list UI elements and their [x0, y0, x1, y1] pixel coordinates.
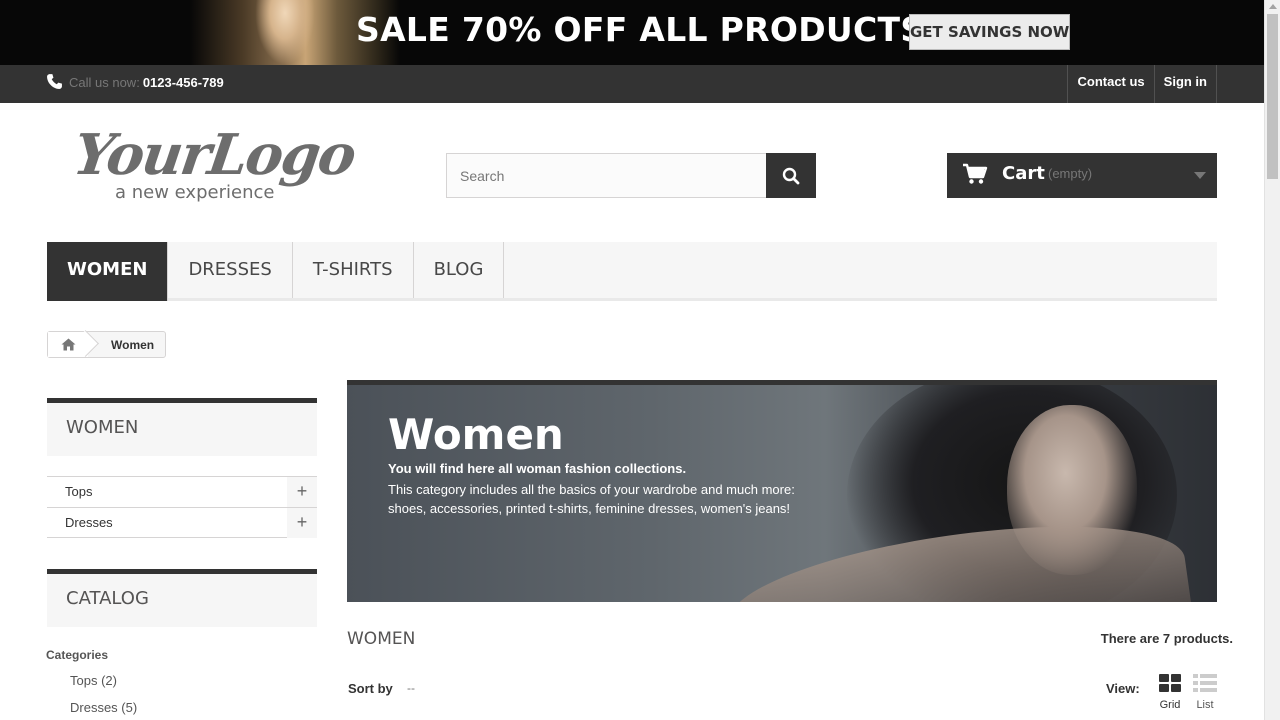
sort-label: Sort by: [348, 681, 393, 696]
cart-button[interactable]: Cart (empty): [947, 153, 1217, 198]
expand-plus-icon[interactable]: +: [287, 477, 317, 507]
listing-title: WOMEN: [347, 629, 416, 649]
category-title: Women: [388, 410, 564, 459]
sign-in-link[interactable]: Sign in: [1155, 65, 1217, 103]
cart-label: Cart: [1002, 163, 1045, 184]
menu-item-blog[interactable]: BLOG: [414, 242, 505, 298]
view-label: View:: [1106, 681, 1140, 696]
product-count: There are 7 products.: [1100, 631, 1233, 646]
scrollbar-thumb[interactable]: [1267, 14, 1278, 179]
banner-model-face: [1007, 405, 1137, 575]
breadcrumb: Women: [47, 331, 167, 358]
sidebar-catalog-title: CATALOG: [47, 569, 317, 627]
breadcrumb-current: Women: [111, 337, 155, 352]
sidebar-category-list: Tops + Dresses +: [47, 476, 317, 538]
contact-us-link[interactable]: Contact us: [1068, 65, 1155, 103]
search-button[interactable]: [766, 153, 816, 198]
home-icon: [61, 338, 75, 351]
expand-plus-icon[interactable]: +: [287, 508, 317, 538]
phone-number: 0123-456-789: [142, 75, 224, 90]
get-savings-button[interactable]: GET SAVINGS NOW: [909, 14, 1070, 50]
view-list-label: List: [1196, 699, 1214, 711]
list-icon: [1193, 674, 1217, 692]
category-lead: You will find here all woman fashion col…: [388, 461, 687, 476]
logo-wordmark: YourLogo: [69, 122, 359, 188]
topnav-links: Contact us Sign in: [1067, 65, 1217, 103]
sort-select[interactable]: --: [398, 677, 458, 701]
filter-heading-categories: Categories: [46, 648, 109, 662]
promo-text: SALE 70% OFF ALL PRODUCTS: [356, 10, 925, 49]
promo-banner[interactable]: SALE 70% OFF ALL PRODUCTS GET SAVINGS NO…: [0, 0, 1264, 65]
sidebar-item-label: Tops: [65, 484, 93, 499]
page-scrollbar[interactable]: [1264, 0, 1280, 720]
phone-info: Call us now: 0123-456-789: [46, 73, 224, 90]
menu-item-dresses[interactable]: DRESSES: [168, 242, 293, 298]
cart-status: (empty): [1048, 166, 1093, 181]
search-input[interactable]: [446, 153, 767, 198]
menu-item-women[interactable]: WOMEN: [47, 242, 169, 301]
filter-item-tops[interactable]: Tops (2): [70, 673, 117, 688]
sidebar-item-label: Dresses: [65, 515, 113, 530]
breadcrumb-home-link[interactable]: [48, 332, 88, 357]
site-logo[interactable]: YourLogo a new experience: [69, 122, 360, 210]
sidebar-item-tops[interactable]: Tops +: [47, 476, 317, 507]
call-label: Call us now:: [69, 75, 140, 90]
category-description: This category includes all the basics of…: [388, 482, 795, 516]
view-list-button[interactable]: List: [1190, 673, 1220, 711]
chevron-down-icon: [1194, 172, 1206, 179]
search-form: [446, 153, 816, 198]
phone-icon: [47, 74, 62, 89]
view-grid-button[interactable]: Grid: [1155, 673, 1185, 711]
view-grid-label: Grid: [1159, 699, 1181, 711]
sidebar-item-dresses[interactable]: Dresses +: [47, 507, 317, 538]
top-nav-bar: Call us now: 0123-456-789 Contact us Sign…: [0, 65, 1264, 103]
search-icon: [782, 167, 800, 184]
main-menu: WOMEN DRESSES T-SHIRTS BLOG: [47, 242, 1217, 301]
logo-tagline: a new experience: [115, 182, 275, 203]
grid-icon: [1159, 674, 1181, 692]
menu-item-tshirts[interactable]: T-SHIRTS: [293, 242, 414, 298]
cart-icon: [963, 163, 988, 184]
category-banner: Women You will find here all woman fashi…: [347, 380, 1217, 602]
filter-item-dresses[interactable]: Dresses (5): [70, 700, 137, 715]
promo-model-figure: [255, 0, 315, 65]
scroll-up-arrow-icon[interactable]: [1269, 4, 1277, 9]
sidebar-women-title: WOMEN: [47, 398, 317, 456]
